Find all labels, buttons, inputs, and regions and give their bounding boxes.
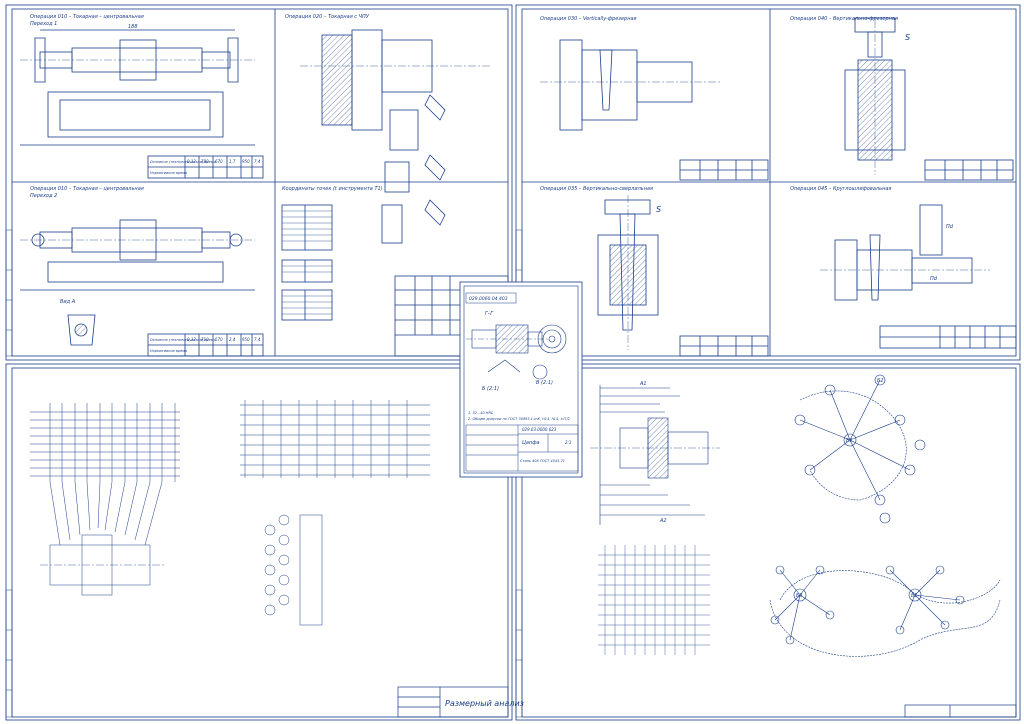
svg-text:Б2: Б2 [877,378,884,384]
op030-view: Операция 030 – Vertically-фрезерная [540,16,769,181]
view-v-label: В (2:1) [536,380,553,386]
svg-text:950: 950 [242,337,250,342]
dimensional-analysis-title: Размерный анализ [445,699,524,708]
shaft-dimension-view: A1 A2 [590,381,720,525]
dim-chart-left [30,403,180,596]
svg-text:Пd: Пd [946,224,954,230]
svg-text:Пd: Пd [930,276,938,282]
view-b-label: Б (2:1) [482,386,499,392]
svg-text:670: 670 [215,159,223,164]
margin-strips [5,229,523,718]
svg-text:710: 710 [201,337,209,342]
svg-text:Б3: Б3 [796,593,803,599]
svg-text:Нормативное время: Нормативное время [150,349,187,353]
op010-a-view: Операция 010 – Токарная – центровальная … [20,14,264,179]
stamp-material: Сталь 40Х ГОСТ 4543-71 [520,459,565,463]
svg-text:Б1: Б1 [846,438,853,444]
stamp-name: Цапфа [522,440,540,446]
op040-title: Операция 040 – Вертикально-фрезерная [790,16,898,22]
svg-text:7,4: 7,4 [254,337,261,342]
op010-b-title: Операция 010 – Токарная – центровальная [30,186,144,192]
note-2: 2. Общие допуски по ГОСТ 30893.1-mK, H14… [468,417,571,421]
op045-title: Операция 045 – Круглошлифовальная [790,186,891,192]
svg-text:7,4: 7,4 [254,159,261,164]
center-part-drawing: 029.0060.04.403 Г–Г Б (2:1) В (2:1) 1. 3… [459,281,583,478]
svg-text:1,7: 1,7 [229,159,236,164]
op010-a-title: Операция 010 – Токарная – центровальная [30,14,144,20]
svg-text:2,4: 2,4 [229,337,236,342]
svg-text:950: 950 [242,159,250,164]
note-1: 1. 32...40 HRC [468,411,494,415]
svg-text:570: 570 [215,337,223,342]
svg-text:780: 780 [201,159,209,164]
stamp-scale: 2:1 [565,440,571,445]
bottom-left-stamp: Размерный анализ [397,686,524,718]
op010-a-subtitle: Переход 1 [30,21,57,27]
drawing-number: 029.0060.04.403 [469,296,508,302]
stamp-code: 029.03.0000.623 [522,427,557,432]
dim-chart-right [598,545,710,655]
svg-text:S: S [656,205,661,214]
drawing-sheet: Операция 010 – Токарная – центровальная … [5,4,1021,721]
op035-title: Операция 035 – Вертикально-сверлильная [540,186,653,192]
op045-view: Операция 045 – Круглошлифовальная Пd Пd [790,186,1017,349]
svg-text:0,12: 0,12 [187,337,196,342]
svg-text:Нормативное время: Нормативное время [150,171,187,175]
coords-table-lines [282,210,332,315]
op030-title: Операция 030 – Vertically-фрезерная [540,16,637,22]
svg-text:0,12: 0,12 [187,159,196,164]
op040-view: Операция 040 – Вертикально-фрезерная S [790,16,1014,181]
bottom-right-stamp [904,704,1017,718]
dimension-graph-top: Б1 Б2 [794,374,926,524]
op020-title: Операция 020 – Токарная с ЧПУ [285,14,370,20]
coords-label: Координаты точек (t инструмента Т1) [282,186,383,192]
svg-text:A1: A1 [639,381,647,387]
op010-b-view: Операция 010 – Токарная – центровальная … [20,186,264,357]
dimension-graph-bottom: Б3 В1 [769,565,1001,657]
dim-chart-mid [240,400,430,626]
section-label: Г–Г [485,311,494,317]
svg-text:188: 188 [128,24,138,30]
op010-b-subtitle: Переход 2 [30,193,57,199]
svg-text:A2: A2 [659,518,667,524]
svg-text:S: S [905,33,910,42]
svg-text:В1: В1 [911,593,918,599]
view-a-label: Вид А [60,299,76,305]
